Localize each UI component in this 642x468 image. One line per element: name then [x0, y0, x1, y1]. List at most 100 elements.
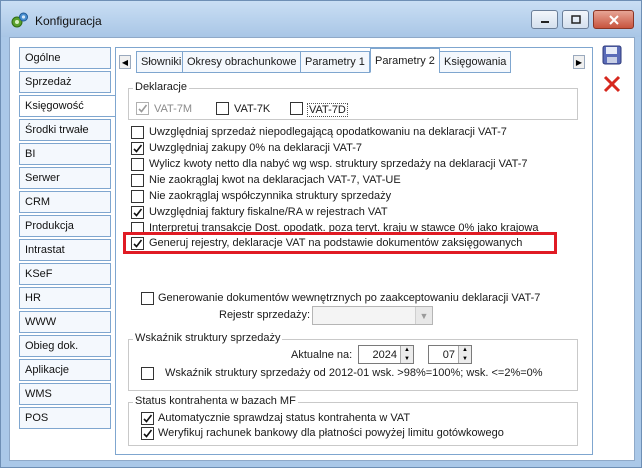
nav-item-hr[interactable]: HR	[19, 287, 111, 309]
status-mf-group-title: Status kontrahenta w bazach MF	[133, 395, 298, 407]
tab-label: Parametry 1	[305, 56, 365, 68]
tab-label: Księgowania	[444, 56, 507, 68]
month-spinner[interactable]: 07 ▲ ▼	[428, 345, 472, 364]
nav-item-obieg-dok[interactable]: Obieg dok.	[19, 335, 111, 357]
tab-scroll-right-button[interactable]: ▶	[573, 55, 585, 69]
spin-down-icon[interactable]: ▼	[459, 355, 471, 364]
save-button[interactable]	[600, 43, 624, 67]
checkmark-icon	[133, 239, 143, 248]
option-checkbox-4[interactable]	[131, 190, 144, 203]
spin-up-icon[interactable]: ▲	[401, 346, 413, 355]
option-checkbox-3[interactable]	[131, 174, 144, 187]
status-mf-checkbox-0[interactable]	[141, 412, 154, 425]
vat7d-label: VAT-7D	[307, 103, 348, 117]
title-bar[interactable]: Konfiguracja	[1, 1, 641, 37]
option-label-0: Uwzględniaj sprzedaż niepodlegającą opod…	[149, 126, 507, 138]
option-checkbox-2[interactable]	[131, 158, 144, 171]
cancel-button[interactable]	[600, 72, 624, 96]
nav-item-label: WMS	[25, 388, 52, 400]
status-mf-group	[128, 402, 578, 446]
nav-item-ksef[interactable]: KSeF	[19, 263, 111, 285]
option-label-5: Uwzględniaj faktury fiskalne/RA w rejest…	[149, 206, 388, 218]
nav-item-label: Ogólne	[25, 52, 61, 64]
close-icon	[608, 14, 619, 25]
nav-item-pos[interactable]: POS	[19, 407, 111, 429]
dokumenty-wew-label: Generowanie dokumentów wewnętrznych po z…	[158, 292, 541, 304]
aktualne-label: Aktualne na:	[291, 349, 353, 361]
option-checkbox-7[interactable]	[131, 237, 144, 250]
close-window-button[interactable]	[593, 10, 634, 29]
year-value: 2024	[372, 349, 397, 361]
tab-slowniki[interactable]: Słowniki	[136, 51, 187, 73]
nav-item-label: Produkcja	[25, 220, 74, 232]
client-area: Ogólne Sprzedaż Księgowość Środki trwałe…	[9, 37, 635, 461]
nav-item-label: Intrastat	[25, 244, 65, 256]
nav-item-label: Aplikacje	[25, 364, 70, 376]
option-checkbox-0[interactable]	[131, 126, 144, 139]
checkmark-icon	[133, 144, 143, 153]
option-label-3: Nie zaokrąglaj kwot na deklaracjach VAT-…	[149, 174, 401, 186]
nav-item-produkcja[interactable]: Produkcja	[19, 215, 111, 237]
nav-item-label: POS	[25, 412, 49, 424]
maximize-button[interactable]	[562, 10, 589, 29]
arrow-right-icon: ▶	[575, 57, 583, 67]
nav-item-sprzedaz[interactable]: Sprzedaż	[19, 71, 111, 93]
tab-parametry-1[interactable]: Parametry 1	[300, 51, 370, 73]
maximize-icon	[570, 15, 581, 24]
wskaznik-option-label: Wskaźnik struktury sprzedaży od 2012-01 …	[165, 367, 543, 379]
year-spinner[interactable]: 2024 ▲ ▼	[358, 345, 414, 364]
nav-item-label: Środki trwałe	[25, 124, 89, 136]
nav-item-crm[interactable]: CRM	[19, 191, 111, 213]
minimize-icon	[540, 20, 549, 23]
nav-item-ogolne[interactable]: Ogólne	[19, 47, 111, 69]
nav-item-label: HR	[25, 292, 41, 304]
nav-item-label: KSeF	[25, 268, 53, 280]
dokumenty-wew-checkbox[interactable]	[141, 292, 154, 305]
wskaznik-option-checkbox[interactable]	[141, 367, 154, 380]
vat7m-checkbox[interactable]	[136, 102, 149, 115]
checkmark-icon	[138, 104, 148, 113]
nav-item-aplikacje[interactable]: Aplikacje	[19, 359, 111, 381]
nav-item-serwer-wydrukow[interactable]: Serwer wydruków	[19, 167, 111, 204]
gears-icon	[11, 12, 28, 28]
status-mf-label-1: Weryfikuj rachunek bankowy dla płatności…	[158, 427, 504, 439]
spin-down-icon[interactable]: ▼	[401, 355, 413, 364]
vat7k-checkbox[interactable]	[216, 102, 229, 115]
tab-okresy-obrachunkowe[interactable]: Okresy obrachunkowe	[182, 51, 302, 73]
option-checkbox-1[interactable]	[131, 142, 144, 155]
vat7m-label: VAT-7M	[154, 103, 193, 115]
rejestr-combobox[interactable]: ▼	[312, 306, 433, 325]
nav-item-label: CRM	[25, 196, 51, 208]
tab-scroll-left-button[interactable]: ◀	[119, 55, 131, 69]
deklaracje-group-title: Deklaracje	[133, 81, 189, 93]
vat7k-label: VAT-7K	[234, 103, 271, 115]
tab-ksiegowania[interactable]: Księgowania	[439, 51, 512, 73]
deklaracje-group	[128, 88, 578, 120]
nav-item-ksiegowosc[interactable]: Księgowość	[19, 95, 116, 117]
wskaznik-group-title: Wskaźnik struktury sprzedaży	[133, 332, 283, 344]
spin-up-icon[interactable]: ▲	[459, 346, 471, 355]
option-label-1: Uwzględniaj zakupy 0% na deklaracji VAT-…	[149, 142, 362, 154]
option-label-2: Wylicz kwoty netto dla nabyć wg wsp. str…	[149, 158, 528, 170]
nav-item-bi[interactable]: BI	[19, 143, 111, 165]
status-mf-checkbox-1[interactable]	[141, 427, 154, 440]
nav-item-www[interactable]: WWW	[19, 311, 111, 333]
month-value: 07	[442, 349, 455, 361]
option-checkbox-5[interactable]	[131, 206, 144, 219]
nav-item-intrastat[interactable]: Intrastat	[19, 239, 111, 261]
vat7d-checkbox[interactable]	[290, 102, 303, 115]
close-icon	[603, 75, 621, 93]
save-icon	[602, 45, 622, 65]
option-label-7: Generuj rejestry, deklaracje VAT na pods…	[149, 237, 523, 249]
nav-item-label: Obieg dok.	[25, 340, 79, 352]
tab-label: Parametry 2	[375, 55, 435, 67]
nav-item-label: WWW	[25, 316, 57, 328]
nav-item-wms[interactable]: WMS	[19, 383, 111, 405]
minimize-button[interactable]	[531, 10, 558, 29]
status-mf-label-0: Automatycznie sprawdzaj status kontrahen…	[158, 412, 411, 424]
nav-item-label: BI	[25, 148, 36, 160]
nav-item-srodki-trwale[interactable]: Środki trwałe	[19, 119, 111, 141]
tab-parametry-2[interactable]: Parametry 2	[370, 48, 440, 73]
wskaznik-group	[128, 339, 578, 391]
chevron-down-icon: ▼	[415, 307, 432, 324]
